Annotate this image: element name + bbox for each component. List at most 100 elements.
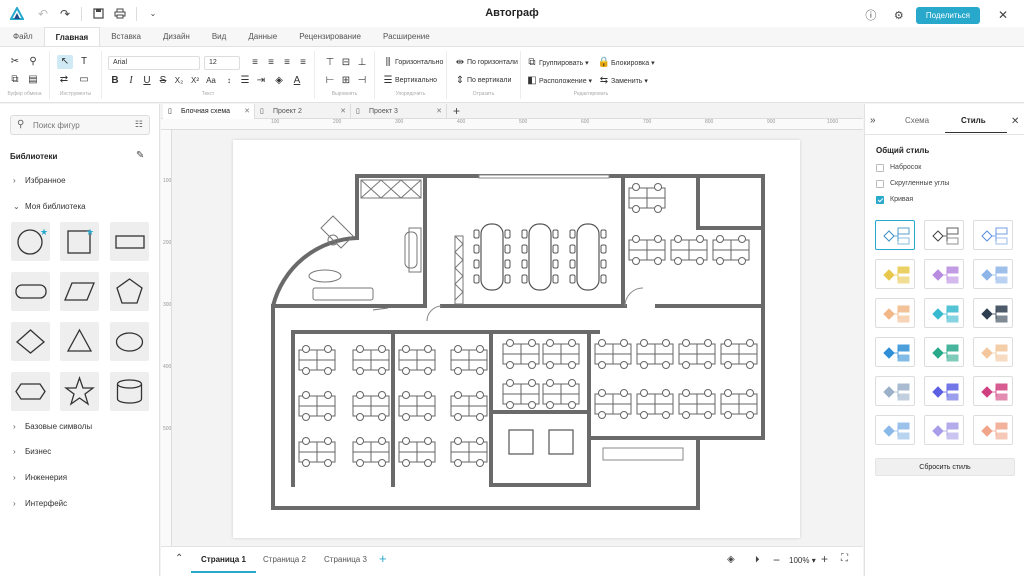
- justify-icon[interactable]: ≡: [296, 56, 310, 70]
- pointer-tool-icon[interactable]: ↖: [57, 55, 73, 69]
- close-panel-icon[interactable]: ✕: [1011, 116, 1019, 127]
- flip-vertical-icon[interactable]: ⇕: [453, 74, 467, 88]
- print-icon[interactable]: [109, 3, 131, 25]
- shape-circle[interactable]: ★: [11, 222, 50, 261]
- change-case-icon[interactable]: Aa: [204, 74, 218, 88]
- zoom-level[interactable]: 100% ▾: [789, 556, 816, 565]
- style-preset[interactable]: [973, 415, 1013, 445]
- zoom-out-icon[interactable]: −: [773, 553, 780, 567]
- flip-horizontal-icon[interactable]: ⇹: [453, 56, 467, 70]
- shape-star[interactable]: [60, 372, 99, 411]
- info-icon[interactable]: ⓘ: [860, 4, 882, 26]
- page-tab-1[interactable]: Страница 1: [191, 547, 256, 573]
- tab-style[interactable]: Стиль: [961, 116, 986, 125]
- category-basic-symbols[interactable]: › Базовые символы: [13, 422, 92, 431]
- arrange-dropdown[interactable]: Расположение ▾: [539, 77, 592, 85]
- close-icon[interactable]: ✕: [992, 4, 1014, 26]
- format-painter-icon[interactable]: ⚲: [26, 55, 40, 69]
- zoom-in-icon[interactable]: +: [821, 552, 828, 566]
- tab-data[interactable]: Данные: [237, 27, 288, 46]
- lock-dropdown[interactable]: Блокировка ▾: [611, 59, 655, 67]
- sketch-checkbox[interactable]: [876, 164, 884, 172]
- shape-hexagon[interactable]: [11, 372, 50, 411]
- edit-icon[interactable]: ✎: [136, 150, 144, 161]
- category-engineering[interactable]: › Инженерия: [13, 473, 67, 482]
- add-page-icon[interactable]: +: [379, 551, 387, 566]
- shape-parallelogram[interactable]: [60, 272, 99, 311]
- doc-tab-flowchart[interactable]: ▯ Блочная схема ✕: [163, 104, 255, 119]
- line-spacing-icon[interactable]: ↕: [222, 74, 236, 88]
- category-my-library[interactable]: ⌄ Моя библиотека: [13, 202, 86, 211]
- style-preset[interactable]: [875, 337, 915, 367]
- add-tab-icon[interactable]: +: [453, 104, 460, 119]
- save-icon[interactable]: [87, 3, 109, 25]
- shape-square[interactable]: ★: [60, 222, 99, 261]
- page-tab-2[interactable]: Страница 2: [253, 547, 316, 573]
- category-favorites[interactable]: › Избранное: [13, 176, 66, 185]
- tab-extension[interactable]: Расширение: [372, 27, 441, 46]
- tab-design[interactable]: Дизайн: [152, 27, 201, 46]
- connector-tool-icon[interactable]: ⇄: [57, 73, 71, 87]
- underline-icon[interactable]: U: [140, 74, 154, 88]
- strikethrough-icon[interactable]: S: [156, 74, 170, 88]
- align-right-icon[interactable]: ≡: [280, 56, 294, 70]
- style-preset[interactable]: [924, 220, 964, 250]
- align-objects-center-icon[interactable]: ⊞: [339, 74, 353, 88]
- style-preset[interactable]: [875, 259, 915, 289]
- play-icon[interactable]: ⏵: [755, 554, 760, 565]
- group-icon[interactable]: ⧉: [525, 56, 539, 70]
- replace-dropdown[interactable]: Заменить ▾: [611, 77, 648, 85]
- tab-review[interactable]: Рецензирование: [288, 27, 372, 46]
- settings-gear-icon[interactable]: ⚙: [888, 4, 910, 26]
- flip-horizontal-label[interactable]: По горизонтали: [467, 59, 518, 66]
- category-interface[interactable]: › Интерфейс: [13, 499, 67, 508]
- category-business[interactable]: › Бизнес: [13, 447, 51, 456]
- style-preset[interactable]: [875, 415, 915, 445]
- style-preset[interactable]: [924, 415, 964, 445]
- align-objects-right-icon[interactable]: ⊣: [355, 74, 369, 88]
- undo-icon[interactable]: ↶: [32, 3, 54, 25]
- style-preset[interactable]: [973, 376, 1013, 406]
- align-middle-icon[interactable]: ⊟: [339, 56, 353, 70]
- style-preset[interactable]: [875, 298, 915, 328]
- redo-icon[interactable]: ↷: [54, 3, 76, 25]
- group-dropdown[interactable]: Группировать ▾: [539, 59, 589, 67]
- diagram-page[interactable]: [233, 140, 800, 538]
- style-preset[interactable]: [973, 259, 1013, 289]
- text-direction-icon[interactable]: ⇥: [254, 74, 268, 88]
- tab-file[interactable]: Файл: [2, 27, 44, 46]
- style-preset[interactable]: [973, 298, 1013, 328]
- style-preset[interactable]: [875, 376, 915, 406]
- bold-icon[interactable]: B: [108, 74, 122, 88]
- font-size-select[interactable]: 12: [204, 56, 240, 70]
- style-preset[interactable]: [924, 298, 964, 328]
- distribute-horizontal-label[interactable]: Горизонтально: [395, 59, 443, 66]
- list-icon[interactable]: ☰: [238, 74, 252, 88]
- distribute-vertical-icon[interactable]: ☰: [381, 74, 395, 88]
- doc-tab-project-3[interactable]: ▯ Проект 3 ✕: [351, 104, 447, 119]
- superscript-icon[interactable]: X²: [188, 74, 202, 88]
- replace-icon[interactable]: ⇆: [597, 74, 611, 88]
- fit-screen-icon[interactable]: ⛶: [841, 553, 848, 564]
- font-color-icon[interactable]: A: [290, 74, 304, 88]
- collapse-panel-icon[interactable]: »: [870, 115, 876, 126]
- distribute-vertical-label[interactable]: Вертикально: [395, 77, 437, 84]
- subscript-icon[interactable]: X₂: [172, 74, 186, 88]
- shape-pentagon[interactable]: [110, 272, 149, 311]
- customize-toolbar-icon[interactable]: ⌄: [142, 3, 164, 25]
- shape-tool-icon[interactable]: ▭: [77, 73, 91, 87]
- style-preset[interactable]: [924, 259, 964, 289]
- arrange-icon[interactable]: ◧: [525, 74, 539, 88]
- distribute-horizontal-icon[interactable]: ⫼: [381, 56, 395, 70]
- page-tab-3[interactable]: Страница 3: [314, 547, 377, 573]
- font-family-select[interactable]: Arial: [108, 56, 200, 70]
- curve-checkbox[interactable]: [876, 196, 884, 204]
- fill-color-icon[interactable]: ◈: [272, 74, 286, 88]
- tab-view[interactable]: Вид: [201, 27, 237, 46]
- floor-plan-diagram[interactable]: [233, 140, 800, 538]
- shape-cylinder[interactable]: [110, 372, 149, 411]
- tab-schema[interactable]: Схема: [905, 116, 929, 125]
- doc-tab-project-2[interactable]: ▯ Проект 2 ✕: [255, 104, 351, 119]
- shape-triangle[interactable]: [60, 322, 99, 361]
- style-preset[interactable]: [973, 337, 1013, 367]
